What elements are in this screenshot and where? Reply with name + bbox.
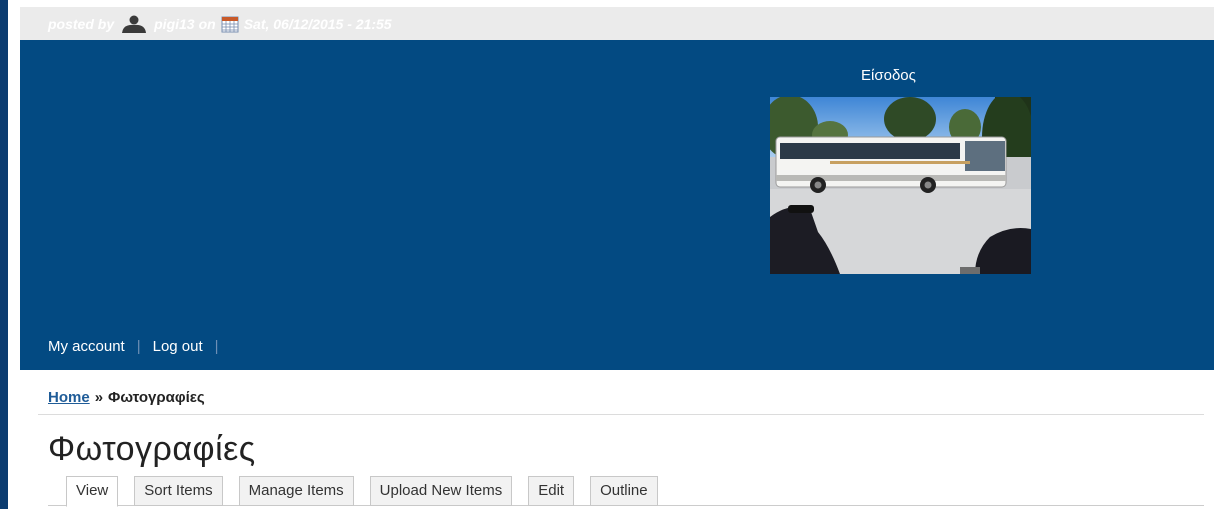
tab-manage-items[interactable]: Manage Items bbox=[238, 476, 354, 506]
on-label: on bbox=[198, 15, 216, 32]
post-meta-bar: posted by pigi13 on Sat, 06/12/2015 - 21… bbox=[20, 7, 1214, 40]
page-title: Φωτογραφίες bbox=[48, 430, 256, 468]
tab-sort-items[interactable]: Sort Items bbox=[134, 476, 223, 506]
breadcrumb-home-link[interactable]: Home bbox=[48, 389, 90, 406]
tab-upload-new-items[interactable]: Upload New Items bbox=[369, 476, 513, 506]
posted-by-label: posted by bbox=[48, 15, 115, 32]
user-icon bbox=[119, 15, 149, 33]
tab-outline[interactable]: Outline bbox=[590, 476, 658, 506]
breadcrumb-separator: » bbox=[94, 389, 104, 406]
my-account-link[interactable]: My account bbox=[48, 338, 125, 355]
tab-view[interactable]: View bbox=[66, 476, 119, 507]
menu-separator: | bbox=[136, 338, 141, 355]
tab-edit[interactable]: Edit bbox=[528, 476, 575, 506]
breadcrumb-divider bbox=[38, 414, 1204, 415]
breadcrumb: Home» Φωτογραφίες bbox=[48, 389, 205, 406]
header-region bbox=[20, 40, 1214, 370]
post-date: Sat, 06/12/2015 - 21:55 bbox=[243, 15, 392, 32]
bus-photo[interactable] bbox=[770, 97, 1031, 274]
left-edge-bar bbox=[0, 0, 8, 509]
user-menu: My account | Log out | bbox=[48, 338, 231, 355]
breadcrumb-current: Φωτογραφίες bbox=[108, 389, 205, 406]
calendar-icon bbox=[221, 15, 239, 33]
menu-separator: | bbox=[214, 338, 219, 355]
local-tasks-tabs: View Sort Items Manage Items Upload New … bbox=[66, 476, 674, 507]
author-link[interactable]: pigi13 bbox=[154, 16, 194, 32]
block-title: Είσοδος bbox=[861, 67, 916, 84]
log-out-link[interactable]: Log out bbox=[153, 338, 203, 355]
